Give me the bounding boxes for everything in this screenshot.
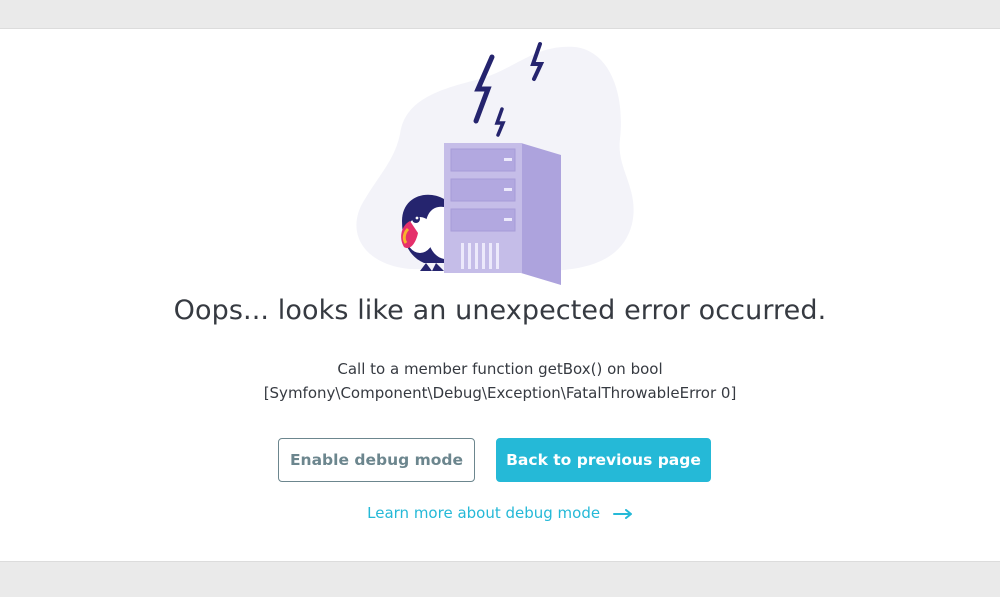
error-message-line: Call to a member function getBox() on bo… [337, 360, 663, 378]
arrow-right-icon [612, 505, 633, 523]
exception-class-line: [Symfony\Component\Debug\Exception\Fatal… [263, 384, 737, 402]
puffin-server-error-illustration [356, 42, 634, 285]
bottom-background-band [0, 562, 1000, 597]
error-headline: Oops... looks like an unexpected error o… [173, 295, 827, 326]
server-side [521, 143, 561, 285]
error-message: Call to a member function getBox() on bo… [0, 357, 1000, 405]
top-background-band [0, 0, 1000, 29]
learn-more-debug-link[interactable]: Learn more about debug mode [0, 504, 1000, 523]
learn-more-label: Learn more about debug mode [367, 504, 601, 522]
enable-debug-mode-button[interactable]: Enable debug mode [278, 438, 475, 482]
back-to-previous-page-label: Back to previous page [506, 451, 701, 469]
enable-debug-mode-label: Enable debug mode [289, 451, 464, 469]
back-to-previous-page-button[interactable]: Back to previous page [496, 438, 711, 482]
error-card: Oops... looks like an unexpected error o… [0, 29, 1000, 562]
